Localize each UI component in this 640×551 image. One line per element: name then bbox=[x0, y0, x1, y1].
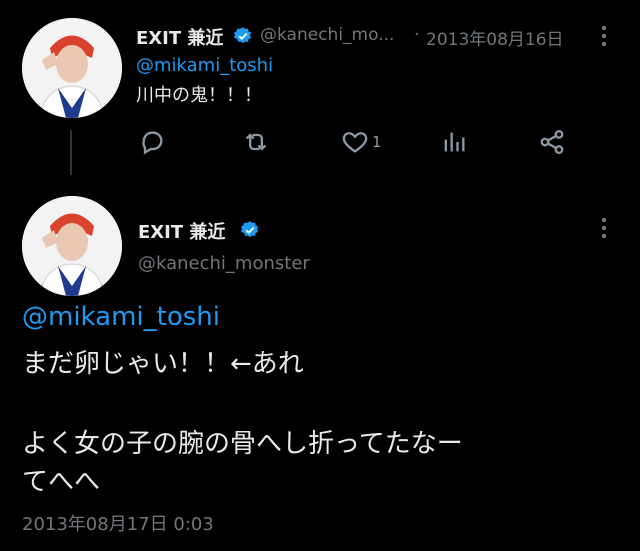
display-name[interactable]: EXIT 兼近 bbox=[138, 218, 225, 244]
mention-link[interactable]: @mikami_toshi bbox=[22, 302, 220, 332]
thread-line bbox=[70, 130, 72, 175]
verified-badge-icon bbox=[241, 221, 259, 238]
avatar[interactable] bbox=[22, 18, 122, 118]
tweet-date[interactable]: 2013年08月16日 bbox=[426, 25, 564, 50]
display-name[interactable]: EXIT 兼近 bbox=[136, 24, 223, 50]
tweet-text-line-2: よく女の子の腕の骨へし折ってたなー bbox=[22, 429, 463, 459]
handle[interactable]: @kanechi_mo... bbox=[260, 25, 394, 45]
reply-button[interactable] bbox=[138, 128, 166, 156]
verified-badge-icon bbox=[234, 27, 252, 44]
avatar[interactable] bbox=[22, 196, 122, 296]
share-button[interactable] bbox=[538, 128, 566, 156]
more-icon[interactable] bbox=[597, 24, 611, 48]
mention-link[interactable]: @mikami_toshi bbox=[136, 55, 273, 76]
retweet-icon bbox=[245, 133, 267, 151]
like-count: 1 bbox=[372, 133, 382, 151]
heart-icon bbox=[342, 132, 368, 153]
separator: · bbox=[414, 25, 420, 45]
handle[interactable]: @kanechi_monster bbox=[138, 253, 310, 274]
tweet-timestamp[interactable]: 2013年08月17日 0:03 bbox=[22, 510, 214, 536]
share-icon bbox=[540, 129, 564, 155]
avatar-image bbox=[22, 18, 122, 118]
like-button[interactable]: 1 bbox=[340, 128, 382, 156]
views-button[interactable] bbox=[440, 128, 468, 156]
retweet-button[interactable] bbox=[242, 128, 270, 156]
tweet-text-line-1: まだ卵じゃい！！←あれ bbox=[22, 349, 304, 379]
tweet-text: 川中の鬼！！！ bbox=[136, 85, 262, 106]
avatar-image bbox=[22, 196, 122, 296]
analytics-icon bbox=[444, 132, 465, 152]
more-icon[interactable] bbox=[597, 216, 611, 240]
tweet-text-line-3: てへへ bbox=[22, 467, 101, 497]
reply-icon bbox=[142, 131, 163, 155]
